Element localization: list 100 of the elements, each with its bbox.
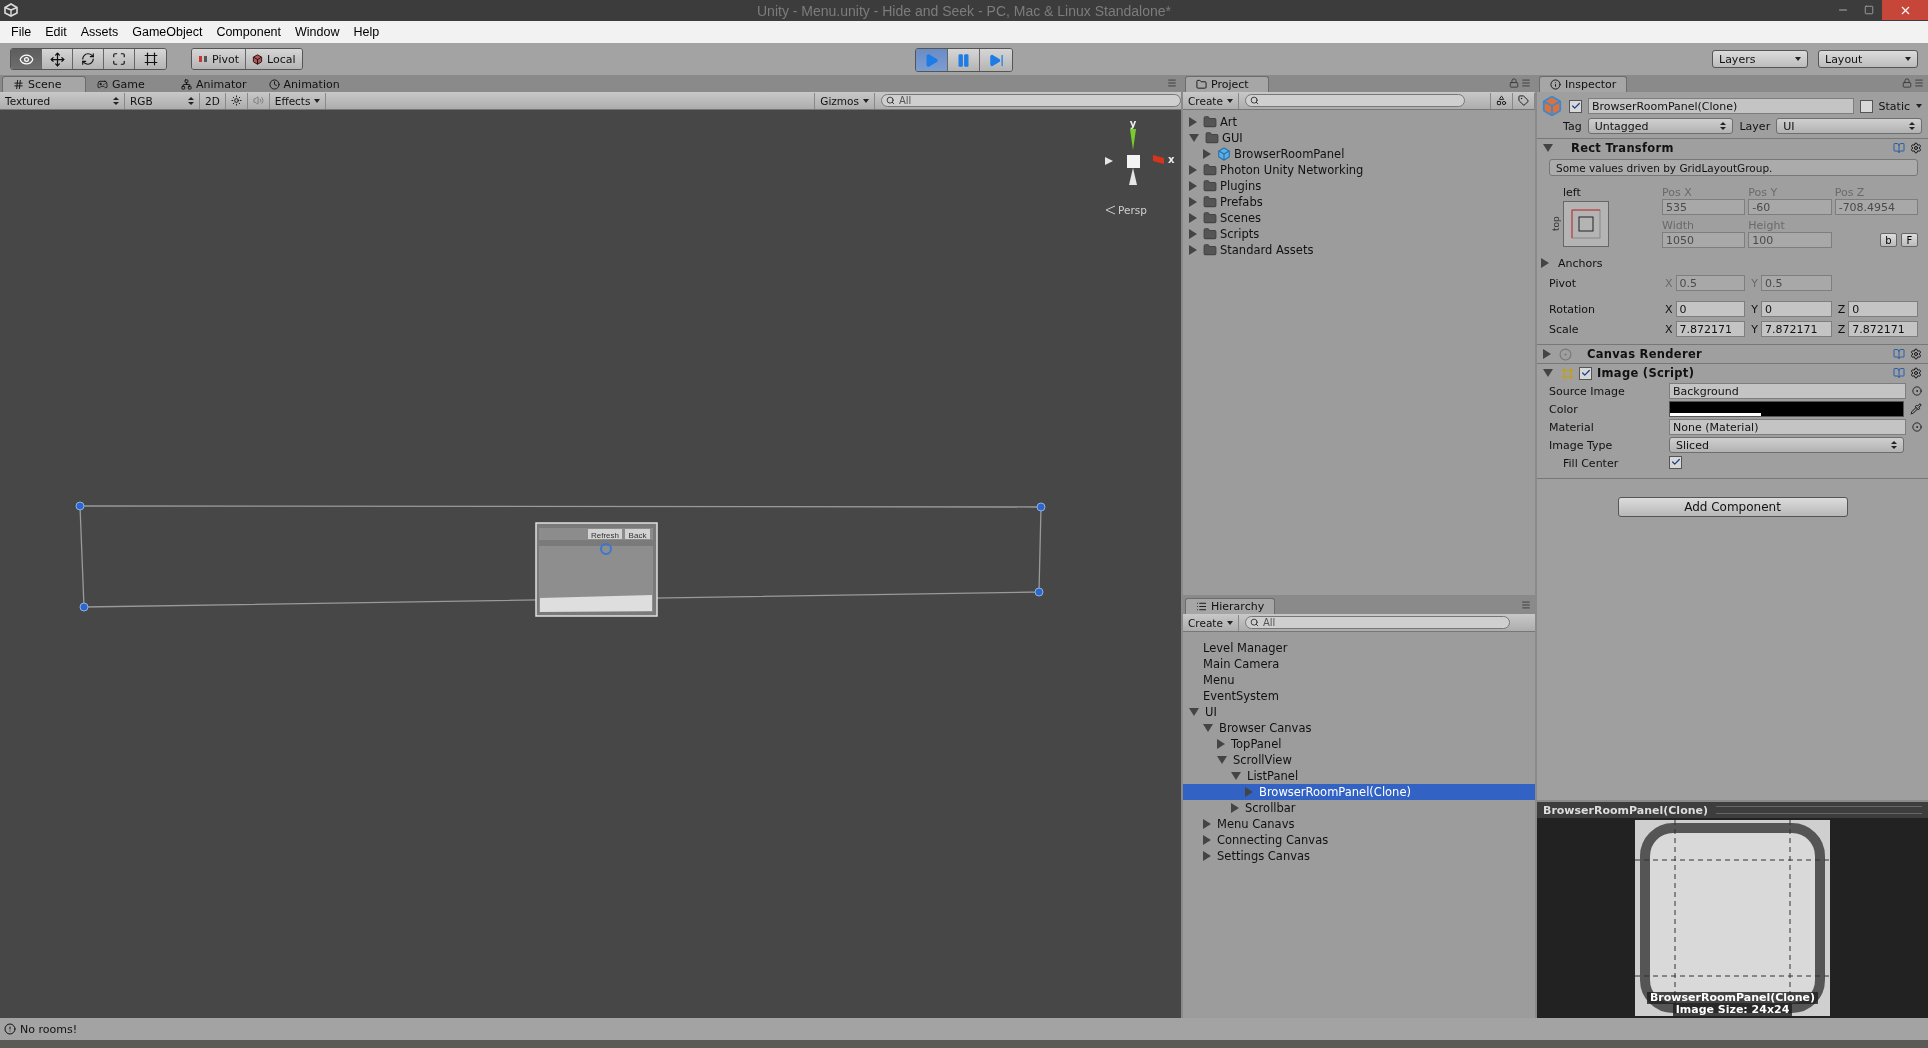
collapsed-arrow-icon[interactable]: [1217, 739, 1225, 749]
layout-dropdown[interactable]: Layout: [1818, 50, 1918, 68]
lock-icon[interactable]: [1509, 78, 1519, 88]
tab[interactable]: Animator: [170, 76, 258, 92]
help-icon[interactable]: [1893, 348, 1905, 360]
checkbox[interactable]: [1859, 99, 1873, 113]
number-field[interactable]: 7.872171: [1761, 321, 1832, 337]
menubar-entry[interactable]: Assets: [73, 25, 126, 39]
component-header[interactable]: Canvas Renderer: [1537, 344, 1928, 363]
checkbox[interactable]: [1669, 455, 1682, 469]
create-dropdown[interactable]: Create: [1183, 92, 1239, 109]
shading-dropdown[interactable]: Textured: [0, 92, 125, 109]
collapsed-arrow-icon[interactable]: [1203, 819, 1211, 829]
effects-dropdown[interactable]: Effects: [269, 92, 327, 109]
collapsed-arrow-icon[interactable]: [1543, 349, 1551, 359]
settings-icon[interactable]: [1910, 348, 1922, 360]
filter-type-button[interactable]: [1490, 92, 1513, 109]
expanded-arrow-icon[interactable]: [1189, 708, 1199, 716]
lock-icon[interactable]: [1902, 78, 1912, 88]
target-icon[interactable]: [1912, 386, 1922, 396]
hierarchy-item[interactable]: BrowserRoomPanel(Clone): [1183, 784, 1535, 800]
settings-icon[interactable]: [1910, 142, 1922, 154]
add-component-button[interactable]: Add Component: [1617, 497, 1848, 517]
number-field[interactable]: 0: [1848, 301, 1918, 317]
checkbox[interactable]: [1579, 366, 1592, 380]
hierarchy-item[interactable]: Menu Canavs: [1183, 816, 1535, 832]
projection-label[interactable]: Persp: [1118, 204, 1147, 216]
menu-icon[interactable]: [1521, 78, 1531, 88]
preview-title[interactable]: BrowserRoomPanel(Clone): [1543, 803, 1708, 817]
blueprint-button[interactable]: b: [1880, 233, 1897, 247]
menu-icon[interactable]: [1521, 600, 1531, 610]
tree-item[interactable]: GUI: [1183, 130, 1535, 146]
menu-icon[interactable]: [1914, 78, 1924, 88]
help-icon[interactable]: [1893, 142, 1905, 154]
hierarchy-item[interactable]: Scrollbar: [1183, 800, 1535, 816]
inspector-tab[interactable]: Inspector: [1539, 76, 1628, 92]
menubar-entry[interactable]: File: [4, 25, 39, 39]
create-dropdown[interactable]: Create: [1183, 614, 1239, 631]
help-icon[interactable]: [1893, 367, 1905, 379]
menubar-entry[interactable]: Component: [209, 25, 288, 39]
tool-button[interactable]: [11, 49, 42, 69]
target-icon[interactable]: [1912, 422, 1922, 432]
expanded-arrow-icon[interactable]: [1203, 724, 1213, 732]
orientation-gizmo[interactable]: [1105, 129, 1164, 185]
menubar-entry[interactable]: Window: [288, 25, 347, 39]
layers-dropdown[interactable]: Layers: [1712, 50, 1808, 68]
number-field[interactable]: 7.872171: [1675, 321, 1746, 337]
tag-dropdown[interactable]: Untagged: [1587, 118, 1734, 134]
anchor-presets-button[interactable]: [1563, 200, 1609, 247]
tab[interactable]: Animation: [257, 76, 351, 92]
hierarchy-item[interactable]: Browser Canvas: [1183, 720, 1535, 736]
checkbox[interactable]: [1569, 99, 1582, 113]
mode-2d-button[interactable]: 2D: [200, 92, 226, 109]
foldout-label[interactable]: Anchors: [1558, 256, 1603, 270]
number-field[interactable]: 0: [1761, 301, 1832, 317]
expanded-arrow-icon[interactable]: [1217, 756, 1227, 764]
number-field[interactable]: 0: [1675, 301, 1746, 317]
search-field[interactable]: All: [1244, 616, 1510, 629]
scene-view[interactable]: Refresh Back y x Persp: [0, 110, 1181, 1018]
hierarchy-item[interactable]: Menu: [1183, 672, 1535, 688]
eyedropper-icon[interactable]: [1910, 403, 1922, 415]
search-field[interactable]: [1244, 94, 1465, 107]
search-field[interactable]: All: [881, 94, 1181, 107]
play-button[interactable]: [916, 49, 948, 71]
tool-button[interactable]: [73, 49, 104, 69]
hierarchy-item[interactable]: TopPanel: [1183, 736, 1535, 752]
object-field[interactable]: Background: [1669, 383, 1906, 399]
tool-button[interactable]: [135, 49, 166, 69]
close-button[interactable]: [1882, 0, 1928, 20]
selection-rect[interactable]: [75, 501, 1046, 612]
collapsed-arrow-icon[interactable]: [1203, 851, 1211, 861]
hierarchy-item[interactable]: ScrollView: [1183, 752, 1535, 768]
local-button[interactable]: Local: [246, 49, 302, 69]
collapsed-arrow-icon[interactable]: [1541, 258, 1549, 268]
menubar-entry[interactable]: Edit: [38, 25, 74, 39]
project-tab[interactable]: Project: [1185, 76, 1269, 92]
color-field[interactable]: [1669, 401, 1904, 417]
number-field[interactable]: 7.872171: [1848, 321, 1918, 337]
collapsed-arrow-icon[interactable]: [1231, 803, 1239, 813]
step-button[interactable]: [980, 49, 1012, 71]
tab[interactable]: Game: [86, 76, 170, 92]
dropdown[interactable]: Sliced: [1669, 437, 1904, 453]
pause-button[interactable]: [948, 49, 980, 71]
hierarchy-item[interactable]: EventSystem: [1183, 688, 1535, 704]
tree-item[interactable]: Standard Assets: [1183, 242, 1535, 258]
layer-dropdown[interactable]: UI: [1776, 118, 1922, 134]
tool-button[interactable]: [42, 49, 73, 69]
hierarchy-item[interactable]: Connecting Canvas: [1183, 832, 1535, 848]
expanded-arrow-icon[interactable]: [1543, 369, 1553, 377]
hierarchy-item[interactable]: Main Camera: [1183, 656, 1535, 672]
pivot-button[interactable]: Pivot: [192, 49, 246, 69]
name-field[interactable]: BrowserRoomPanel(Clone): [1588, 98, 1854, 114]
raw-edit-button[interactable]: F: [1901, 233, 1918, 247]
hierarchy-item[interactable]: Settings Canvas: [1183, 848, 1535, 864]
menubar-entry[interactable]: GameObject: [125, 25, 210, 39]
gizmos-dropdown[interactable]: Gizmos: [814, 92, 875, 109]
menu-icon[interactable]: [1167, 78, 1177, 88]
collapsed-arrow-icon[interactable]: [1203, 835, 1211, 845]
settings-icon[interactable]: [1910, 367, 1922, 379]
hierarchy-tab[interactable]: Hierarchy: [1185, 598, 1276, 614]
